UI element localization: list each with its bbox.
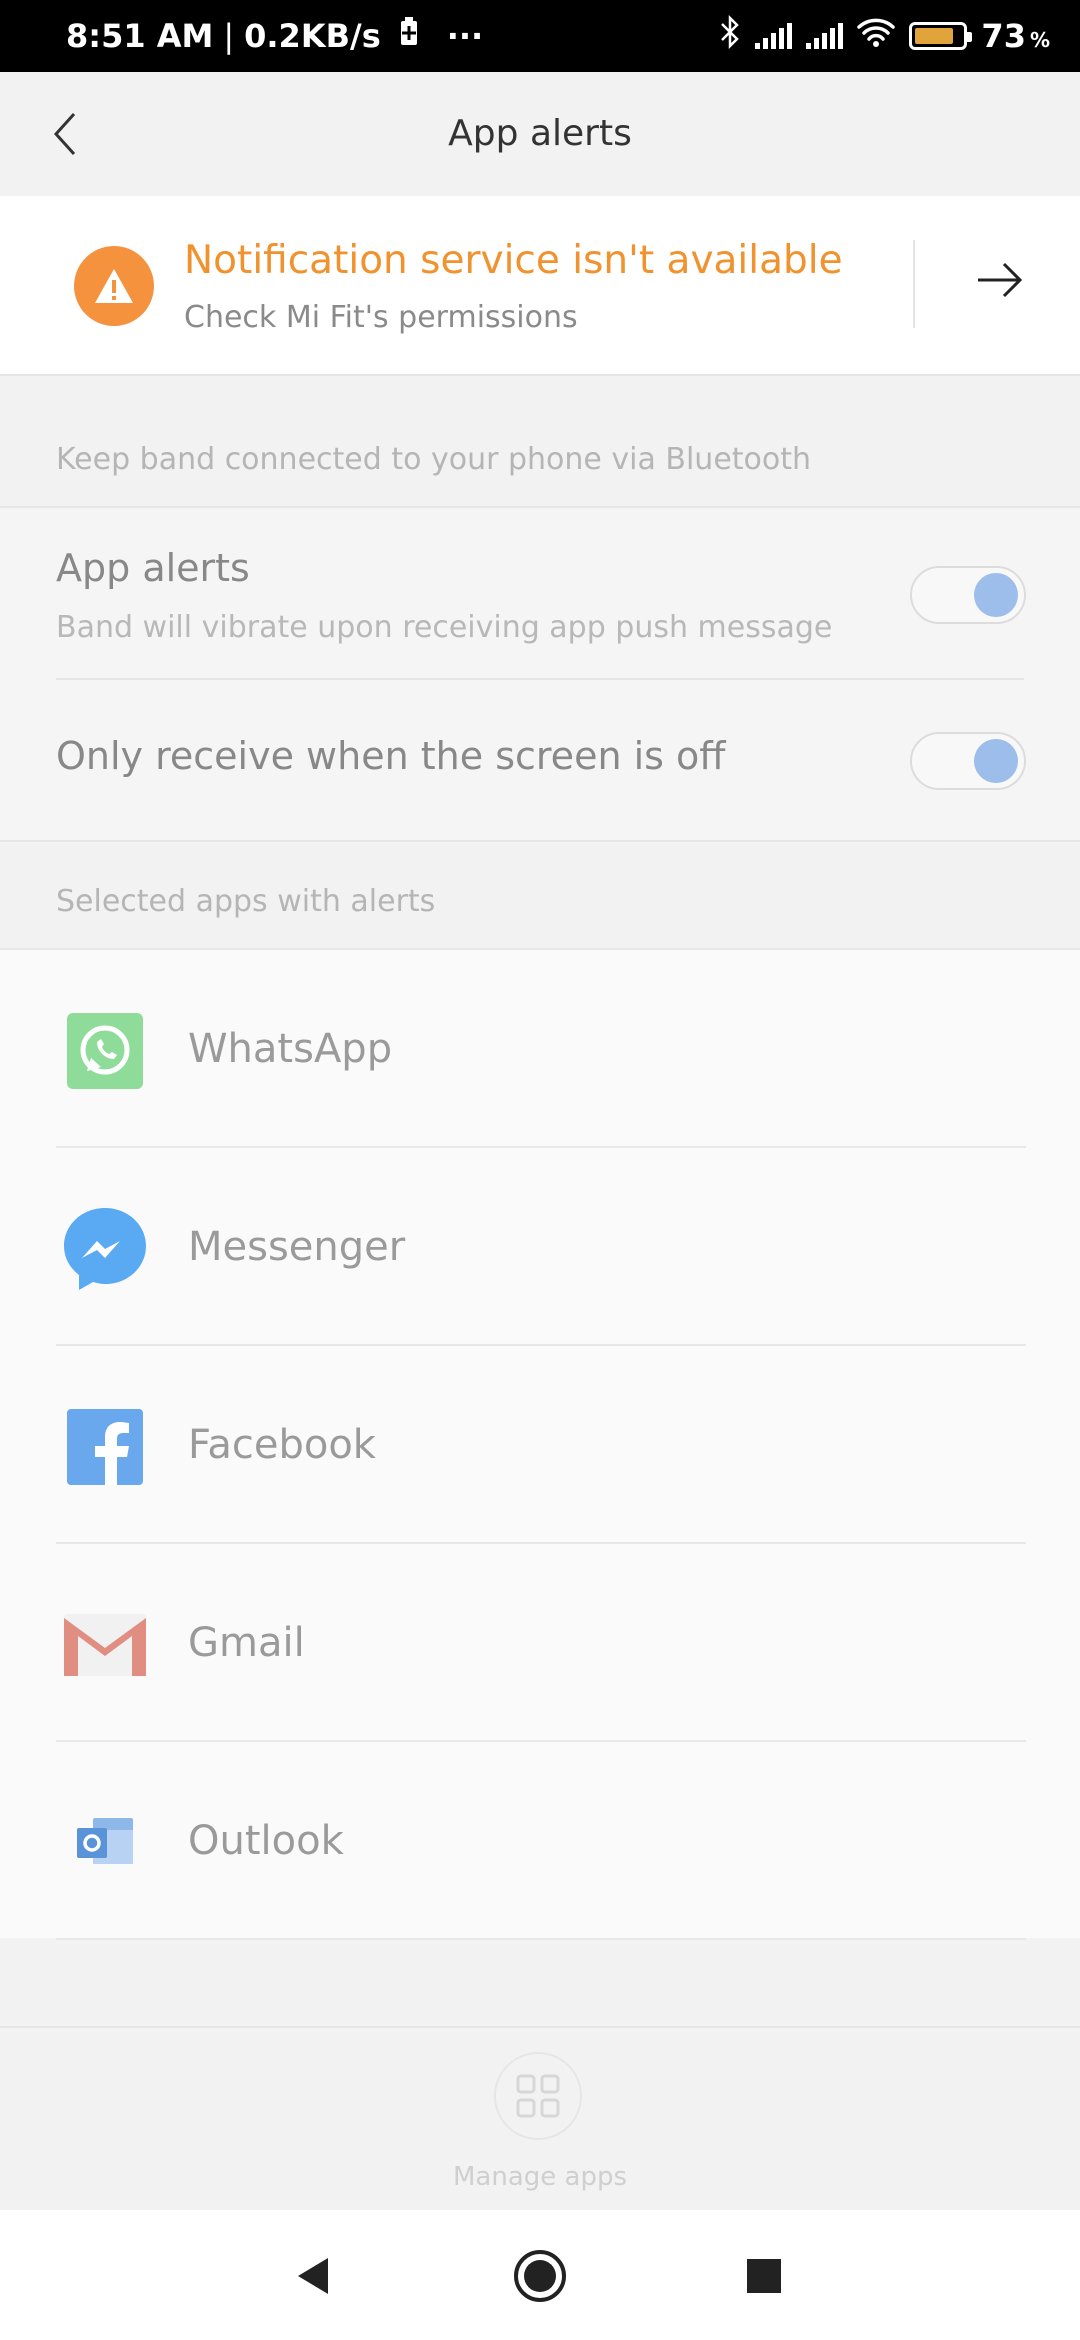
nav-home-button[interactable] bbox=[504, 2240, 576, 2312]
status-bar: 8:51 AM | 0.2KB/s ··· 73% bbox=[0, 0, 1080, 72]
screen-off-title: Only receive when the screen is off bbox=[56, 734, 726, 778]
app-alerts-toggle[interactable] bbox=[910, 566, 1026, 624]
outlook-icon bbox=[60, 1798, 150, 1888]
notification-warning-banner[interactable]: Notification service isn't available Che… bbox=[0, 196, 1080, 376]
manage-apps-label: Manage apps bbox=[452, 2162, 628, 2192]
notice-title: Notification service isn't available bbox=[184, 238, 843, 283]
list-item-facebook[interactable]: Facebook bbox=[0, 1346, 1080, 1544]
status-bar-right: 73% bbox=[719, 0, 1050, 72]
cellular-signal-1-icon bbox=[755, 23, 793, 49]
toggle-knob bbox=[974, 573, 1018, 617]
whatsapp-icon bbox=[60, 1006, 150, 1096]
status-bar-left: 8:51 AM | 0.2KB/s ··· bbox=[66, 0, 483, 72]
messenger-icon bbox=[60, 1204, 150, 1294]
nav-recents-button[interactable] bbox=[728, 2240, 800, 2312]
battery-saver-icon bbox=[399, 17, 419, 55]
list-item-outlook[interactable]: Outlook bbox=[0, 1742, 1080, 1940]
facebook-icon bbox=[60, 1402, 150, 1492]
apps-section-label: Selected apps with alerts bbox=[56, 884, 436, 919]
alert-settings-group: App alerts Band will vibrate upon receiv… bbox=[0, 506, 1080, 842]
notice-divider bbox=[913, 240, 915, 328]
list-divider bbox=[56, 1938, 1026, 1940]
square-recents-icon bbox=[747, 2259, 781, 2293]
top-app-bar: App alerts bbox=[0, 72, 1080, 196]
selected-apps-list: WhatsApp Messenger Facebook Gmail Outloo… bbox=[0, 948, 1080, 1940]
triangle-back-icon bbox=[298, 2258, 328, 2294]
settings-divider bbox=[56, 678, 1024, 680]
list-item-messenger[interactable]: Messenger bbox=[0, 1148, 1080, 1346]
toggle-knob bbox=[974, 739, 1018, 783]
cellular-signal-2-icon bbox=[806, 23, 844, 49]
list-item-gmail[interactable]: Gmail bbox=[0, 1544, 1080, 1742]
wifi-icon bbox=[857, 17, 896, 55]
app-alerts-subtitle: Band will vibrate upon receiving app pus… bbox=[56, 610, 833, 645]
app-alerts-title: App alerts bbox=[56, 546, 250, 590]
app-name: Outlook bbox=[188, 1818, 344, 1864]
warning-icon bbox=[74, 246, 154, 326]
status-time: 8:51 AM bbox=[66, 17, 214, 55]
app-name: Gmail bbox=[188, 1620, 305, 1666]
app-name: Messenger bbox=[188, 1224, 406, 1270]
list-item-whatsapp[interactable]: WhatsApp bbox=[0, 950, 1080, 1148]
manage-apps-button[interactable] bbox=[494, 2052, 582, 2140]
screen-off-toggle[interactable] bbox=[910, 732, 1026, 790]
battery-icon bbox=[909, 22, 973, 50]
notice-subtitle: Check Mi Fit's permissions bbox=[184, 300, 578, 335]
system-navigation-bar bbox=[0, 2210, 1080, 2340]
status-more-dots: ··· bbox=[446, 17, 484, 55]
grid-icon bbox=[516, 2074, 560, 2118]
circle-home-icon bbox=[514, 2250, 566, 2302]
battery-percentage: 73% bbox=[981, 17, 1050, 55]
open-permissions-button[interactable] bbox=[974, 254, 1030, 310]
nav-back-button[interactable] bbox=[276, 2240, 348, 2312]
status-network-speed: 0.2KB/s bbox=[244, 17, 381, 55]
manage-apps-area: Manage apps bbox=[0, 2026, 1080, 2212]
page-title: App alerts bbox=[448, 113, 632, 154]
bluetooth-hint: Keep band connected to your phone via Bl… bbox=[56, 442, 812, 477]
app-name: Facebook bbox=[188, 1422, 376, 1468]
app-name: WhatsApp bbox=[188, 1026, 393, 1072]
status-separator: | bbox=[223, 17, 235, 55]
arrow-right-icon bbox=[978, 262, 1023, 298]
bluetooth-icon bbox=[719, 14, 741, 57]
gmail-icon bbox=[60, 1600, 150, 1690]
